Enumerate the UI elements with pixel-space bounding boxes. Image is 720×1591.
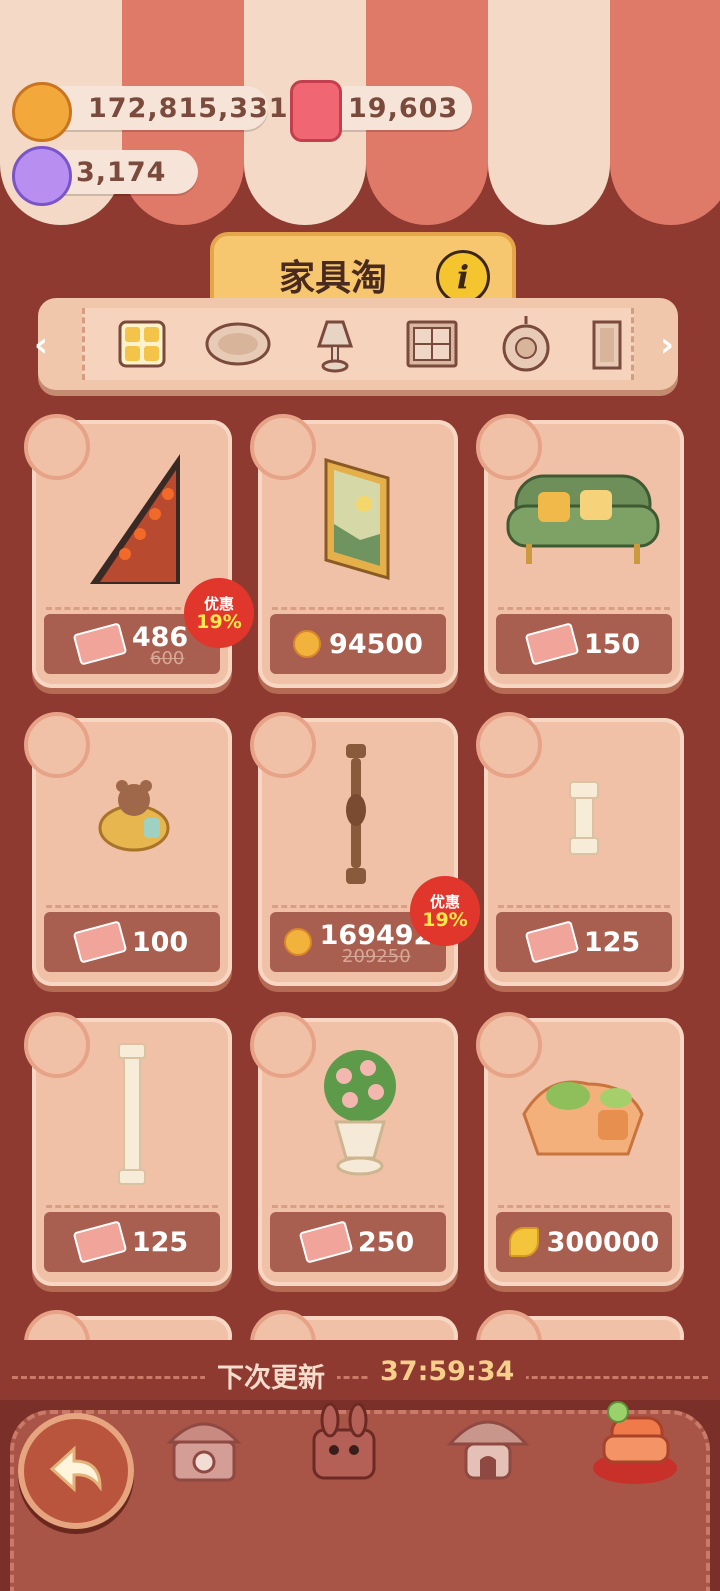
short-pillar-item-icon bbox=[569, 781, 599, 855]
door-icon bbox=[592, 320, 622, 370]
crystal-count: 3,174 bbox=[76, 156, 167, 188]
nav-furniture-shop-active[interactable] bbox=[590, 1390, 680, 1490]
leaf-bed-item-icon bbox=[522, 1080, 644, 1156]
cookie-icon bbox=[12, 82, 72, 142]
teddy-basket-item-icon bbox=[98, 780, 170, 852]
shop-item-card[interactable]: 125 bbox=[476, 712, 684, 986]
carousel-shop-icon bbox=[166, 1422, 242, 1482]
candle-count: 19,603 bbox=[348, 92, 459, 124]
flower-badge-icon bbox=[24, 712, 90, 778]
shop-item-card[interactable]: 100 bbox=[24, 712, 232, 986]
price-bar: 150 bbox=[496, 614, 672, 674]
refresh-label: 下次更新 bbox=[205, 1356, 337, 1396]
bunny-shop-icon bbox=[312, 1402, 376, 1480]
tall-pillar-item-icon bbox=[118, 1043, 146, 1185]
mushroom-house-icon bbox=[446, 1420, 530, 1480]
discount-percent: 19% bbox=[422, 909, 468, 931]
price: 100 bbox=[131, 926, 189, 958]
page-title: 家具淘 bbox=[278, 258, 387, 299]
ticket-icon bbox=[524, 622, 580, 666]
tab-all[interactable] bbox=[112, 314, 172, 374]
price-bar: 250 bbox=[270, 1212, 446, 1272]
wall-decor-icon bbox=[502, 316, 550, 372]
tab-wall-decor[interactable] bbox=[496, 314, 556, 374]
rug-icon bbox=[205, 322, 271, 366]
price: 250 bbox=[357, 1226, 415, 1258]
ticket-icon bbox=[72, 920, 128, 964]
discount-badge: 优惠 19% bbox=[188, 582, 250, 644]
card-divider bbox=[272, 607, 444, 610]
ticket-icon bbox=[298, 1220, 354, 1264]
card-divider bbox=[498, 607, 670, 610]
flower-badge-icon bbox=[250, 1012, 316, 1078]
nav-mushroom-house[interactable] bbox=[444, 1400, 532, 1488]
grid-icon bbox=[118, 320, 166, 368]
flower-badge-icon bbox=[476, 712, 542, 778]
ticket-icon bbox=[72, 622, 128, 666]
potted-plant-item-icon bbox=[324, 1050, 396, 1176]
picture-frame-item-icon bbox=[324, 458, 390, 580]
leaf-coin-icon bbox=[508, 1227, 539, 1257]
price-bar: 125 bbox=[496, 912, 672, 972]
original-price: 600 bbox=[150, 648, 185, 669]
nav-bunny-shop[interactable] bbox=[300, 1400, 388, 1488]
price: 94500 bbox=[329, 628, 423, 660]
info-icon[interactable]: i bbox=[436, 250, 490, 304]
tab-windows[interactable] bbox=[402, 314, 462, 374]
tab-doors[interactable] bbox=[590, 314, 626, 374]
armchair-icon bbox=[593, 1401, 677, 1484]
discount-badge: 优惠 19% bbox=[414, 880, 476, 942]
price: 300000 bbox=[546, 1226, 660, 1258]
discount-percent: 19% bbox=[196, 611, 242, 633]
candle-icon bbox=[290, 80, 342, 142]
chevron-left-icon[interactable]: ‹ bbox=[26, 325, 56, 365]
price: 125 bbox=[583, 926, 641, 958]
shop-item-card[interactable]: 150 bbox=[476, 414, 684, 688]
cookie-count: 172,815,331 bbox=[88, 92, 289, 124]
shop-item-card[interactable]: 250 bbox=[250, 1012, 458, 1286]
back-arrow-icon bbox=[49, 1445, 102, 1493]
price-bar: 125 bbox=[44, 1212, 220, 1272]
flower-badge-icon bbox=[250, 414, 316, 480]
chevron-right-icon[interactable]: › bbox=[652, 325, 682, 365]
tab-lamps[interactable] bbox=[305, 314, 365, 374]
cookie-coin-icon bbox=[293, 630, 322, 658]
tab-rugs[interactable] bbox=[205, 314, 271, 374]
price-bar: 100 bbox=[44, 912, 220, 972]
back-button[interactable] bbox=[18, 1413, 134, 1529]
crystal-icon bbox=[12, 146, 72, 206]
sofa-item-icon bbox=[506, 474, 660, 564]
price-bar: 94500 bbox=[270, 614, 446, 674]
card-divider bbox=[272, 1205, 444, 1208]
shop-item-card[interactable]: 169492 209250 bbox=[250, 712, 458, 986]
flower-badge-icon bbox=[250, 712, 316, 778]
ticket-icon bbox=[72, 1220, 128, 1264]
card-divider bbox=[498, 1205, 670, 1208]
card-divider bbox=[498, 905, 670, 908]
cookie-coin-icon bbox=[283, 928, 312, 956]
nav-carousel-shop[interactable] bbox=[160, 1402, 248, 1490]
lamp-icon bbox=[316, 320, 354, 373]
shop-item-card[interactable]: 94500 bbox=[250, 414, 458, 688]
window-icon bbox=[406, 320, 458, 368]
awning-stripe bbox=[610, 0, 720, 225]
price: 125 bbox=[131, 1226, 189, 1258]
flower-badge-icon bbox=[24, 1012, 90, 1078]
original-price: 209250 bbox=[342, 946, 411, 967]
awning-stripe bbox=[488, 0, 610, 225]
divider bbox=[12, 1376, 708, 1379]
staircase-item-icon bbox=[90, 454, 180, 584]
card-divider bbox=[46, 905, 218, 908]
card-divider bbox=[46, 1205, 218, 1208]
refresh-countdown: 37:59:34 bbox=[368, 1356, 527, 1396]
price: 150 bbox=[583, 628, 641, 660]
shop-item-card[interactable]: 125 bbox=[24, 1012, 232, 1286]
price-bar: 300000 bbox=[496, 1212, 672, 1272]
wooden-post-item-icon bbox=[346, 744, 366, 884]
shop-item-card[interactable]: 300000 bbox=[476, 1012, 684, 1286]
shop-item-card[interactable]: 486 600 bbox=[24, 414, 232, 688]
ticket-icon bbox=[524, 920, 580, 964]
